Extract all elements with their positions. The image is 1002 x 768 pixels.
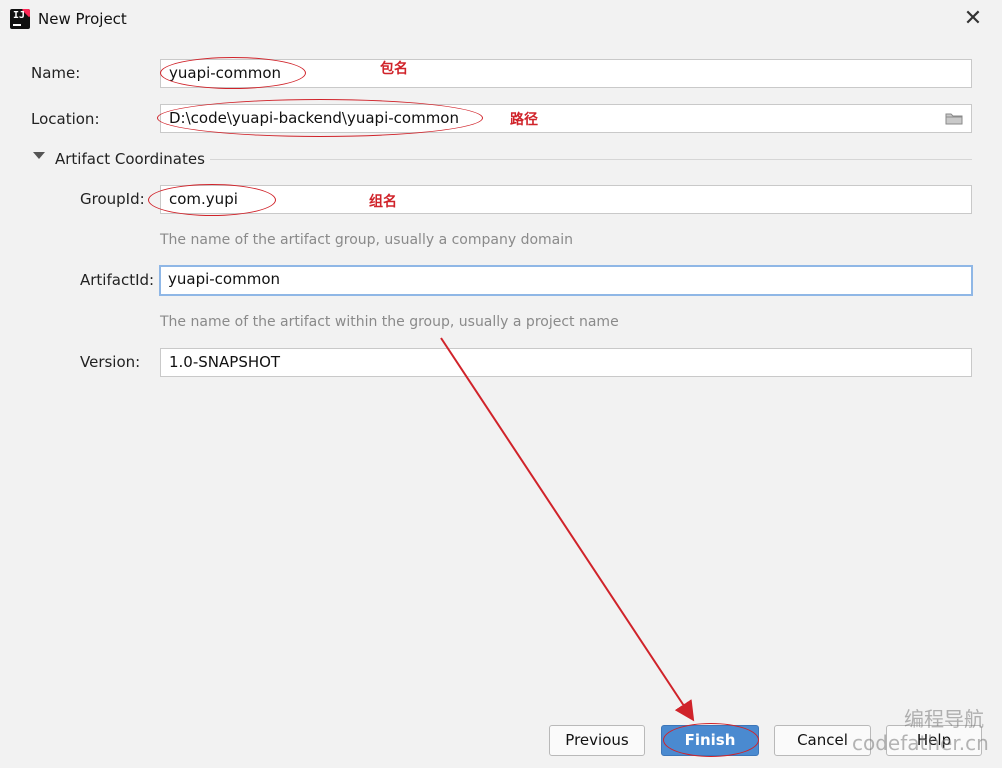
name-label: Name: xyxy=(31,64,81,82)
location-annotation: 路径 xyxy=(510,112,538,128)
artifact-coordinates-title[interactable]: Artifact Coordinates xyxy=(55,150,205,168)
folder-icon[interactable] xyxy=(945,112,963,125)
name-annotation: 包名 xyxy=(380,61,408,77)
artifactid-field[interactable]: yuapi-common xyxy=(159,265,973,296)
groupid-annotation: 组名 xyxy=(369,194,397,210)
artifactid-hint: The name of the artifact within the grou… xyxy=(160,314,619,330)
window-title: New Project xyxy=(38,10,127,28)
watermark-line2: codefather.cn xyxy=(852,731,989,755)
groupid-field[interactable]: com.yupi xyxy=(160,185,972,214)
groupid-label: GroupId: xyxy=(80,190,145,208)
version-label: Version: xyxy=(80,353,141,371)
location-value: D:\code\yuapi-backend\yuapi-common xyxy=(169,109,459,127)
section-divider xyxy=(210,159,972,160)
watermark-line1: 编程导航 xyxy=(904,707,984,731)
location-field[interactable]: D:\code\yuapi-backend\yuapi-common xyxy=(160,104,972,133)
title-bar xyxy=(0,0,1002,38)
chevron-down-icon[interactable] xyxy=(33,152,45,159)
version-field[interactable]: 1.0-SNAPSHOT xyxy=(160,348,972,377)
previous-button[interactable]: Previous xyxy=(549,725,645,756)
name-field[interactable]: yuapi-common xyxy=(160,59,972,88)
close-icon[interactable]: ✕ xyxy=(960,6,986,32)
finish-button[interactable]: Finish xyxy=(661,725,759,756)
artifactid-label: ArtifactId: xyxy=(80,271,155,289)
location-label: Location: xyxy=(31,110,100,128)
intellij-app-icon: IJ xyxy=(10,9,30,29)
groupid-hint: The name of the artifact group, usually … xyxy=(160,232,573,248)
app-icon-text: IJ xyxy=(13,10,26,21)
